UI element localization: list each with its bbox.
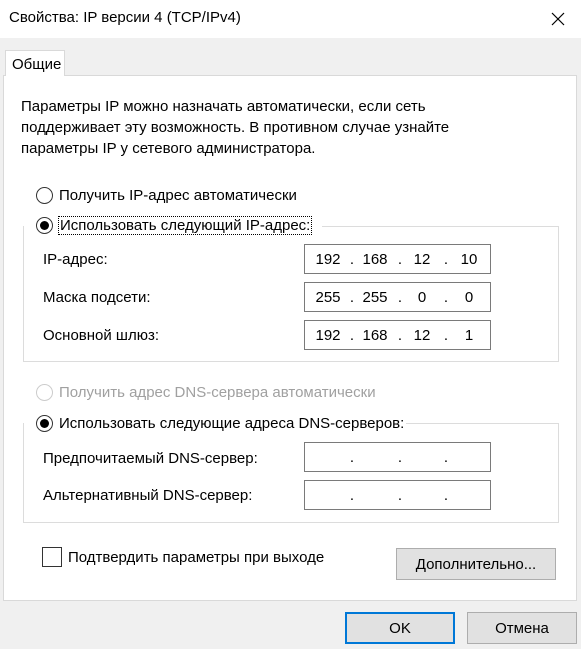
ip-address-input[interactable]: 192 . 168 . 12 . 10 xyxy=(304,244,491,274)
ip-address-label: IP-адрес: xyxy=(43,251,108,268)
ip-octet-4: 10 xyxy=(460,251,478,268)
octet-separator: . xyxy=(397,251,403,268)
mask-octet-3: 0 xyxy=(417,289,427,306)
octet-separator: . xyxy=(349,449,355,466)
ip-auto-label: Получить IP-адрес автоматически xyxy=(59,186,297,204)
octet-separator: . xyxy=(397,289,403,306)
dns-manual-option[interactable]: Использовать следующие адреса DNS-сервер… xyxy=(36,413,407,433)
ip-octet-1: 192 xyxy=(315,251,341,268)
close-icon xyxy=(551,12,565,26)
tab-general[interactable]: Общие xyxy=(5,50,65,76)
dns-auto-radio[interactable] xyxy=(36,383,53,401)
tab-general-label: Общие xyxy=(12,56,62,73)
ip-auto-option[interactable]: Получить IP-адрес автоматически xyxy=(36,185,297,205)
alternate-dns-label: Альтернативный DNS-сервер: xyxy=(43,487,253,504)
octet-separator: . xyxy=(397,327,403,344)
gateway-label: Основной шлюз: xyxy=(43,327,160,344)
ip-octet-3: 12 xyxy=(413,251,431,268)
validate-on-exit-label: Подтвердить параметры при выходе xyxy=(68,548,325,566)
gateway-octet-3: 12 xyxy=(413,327,431,344)
octet-separator: . xyxy=(443,251,449,268)
octet-separator: . xyxy=(349,327,355,344)
close-button[interactable] xyxy=(535,0,581,38)
window-title: Свойства: IP версии 4 (TCP/IPv4) xyxy=(9,9,241,26)
dns-manual-radio[interactable] xyxy=(36,414,53,432)
ip-auto-radio[interactable] xyxy=(36,186,53,204)
gateway-input[interactable]: 192 . 168 . 12 . 1 xyxy=(304,320,491,350)
ip-manual-label: Использовать следующий IP-адрес: xyxy=(57,215,313,235)
octet-separator: . xyxy=(443,327,449,344)
advanced-button[interactable]: Дополнительно... xyxy=(396,548,556,580)
octet-separator: . xyxy=(397,449,403,466)
validate-on-exit-checkbox[interactable] xyxy=(42,547,62,567)
dns-auto-option[interactable]: Получить адрес DNS-сервера автоматически xyxy=(36,382,376,402)
gateway-octet-2: 168 xyxy=(362,327,388,344)
octet-separator: . xyxy=(443,289,449,306)
ok-button[interactable]: OK xyxy=(345,612,455,644)
description-text: Параметры IP можно назначать автоматичес… xyxy=(21,98,450,157)
dns-manual-label: Использовать следующие адреса DNS-сервер… xyxy=(59,414,405,432)
dns-auto-label: Получить адрес DNS-сервера автоматически xyxy=(59,383,376,401)
ip-manual-option[interactable]: Использовать следующий IP-адрес: xyxy=(36,215,314,235)
preferred-dns-input[interactable]: . . . xyxy=(304,442,491,472)
advanced-button-label: Дополнительно... xyxy=(415,555,537,573)
mask-octet-4: 0 xyxy=(464,289,474,306)
octet-separator: . xyxy=(349,487,355,504)
ip-octet-2: 168 xyxy=(362,251,388,268)
octet-separator: . xyxy=(349,251,355,268)
subnet-mask-input[interactable]: 255 . 255 . 0 . 0 xyxy=(304,282,491,312)
octet-separator: . xyxy=(443,449,449,466)
preferred-dns-label: Предпочитаемый DNS-сервер: xyxy=(43,450,258,467)
title-bar: Свойства: IP версии 4 (TCP/IPv4) xyxy=(0,0,581,38)
validate-on-exit-option[interactable]: Подтвердить параметры при выходе xyxy=(42,547,324,567)
alternate-dns-input[interactable]: . . . xyxy=(304,480,491,510)
gateway-octet-4: 1 xyxy=(464,327,474,344)
cancel-button-label: Отмена xyxy=(495,619,549,637)
octet-separator: . xyxy=(349,289,355,306)
subnet-mask-label: Маска подсети: xyxy=(43,289,151,306)
mask-octet-1: 255 xyxy=(315,289,341,306)
gateway-octet-1: 192 xyxy=(315,327,341,344)
cancel-button[interactable]: Отмена xyxy=(467,612,577,644)
ip-manual-radio[interactable] xyxy=(36,216,53,234)
mask-octet-2: 255 xyxy=(362,289,388,306)
octet-separator: . xyxy=(443,487,449,504)
octet-separator: . xyxy=(397,487,403,504)
ok-button-label: OK xyxy=(389,619,411,637)
